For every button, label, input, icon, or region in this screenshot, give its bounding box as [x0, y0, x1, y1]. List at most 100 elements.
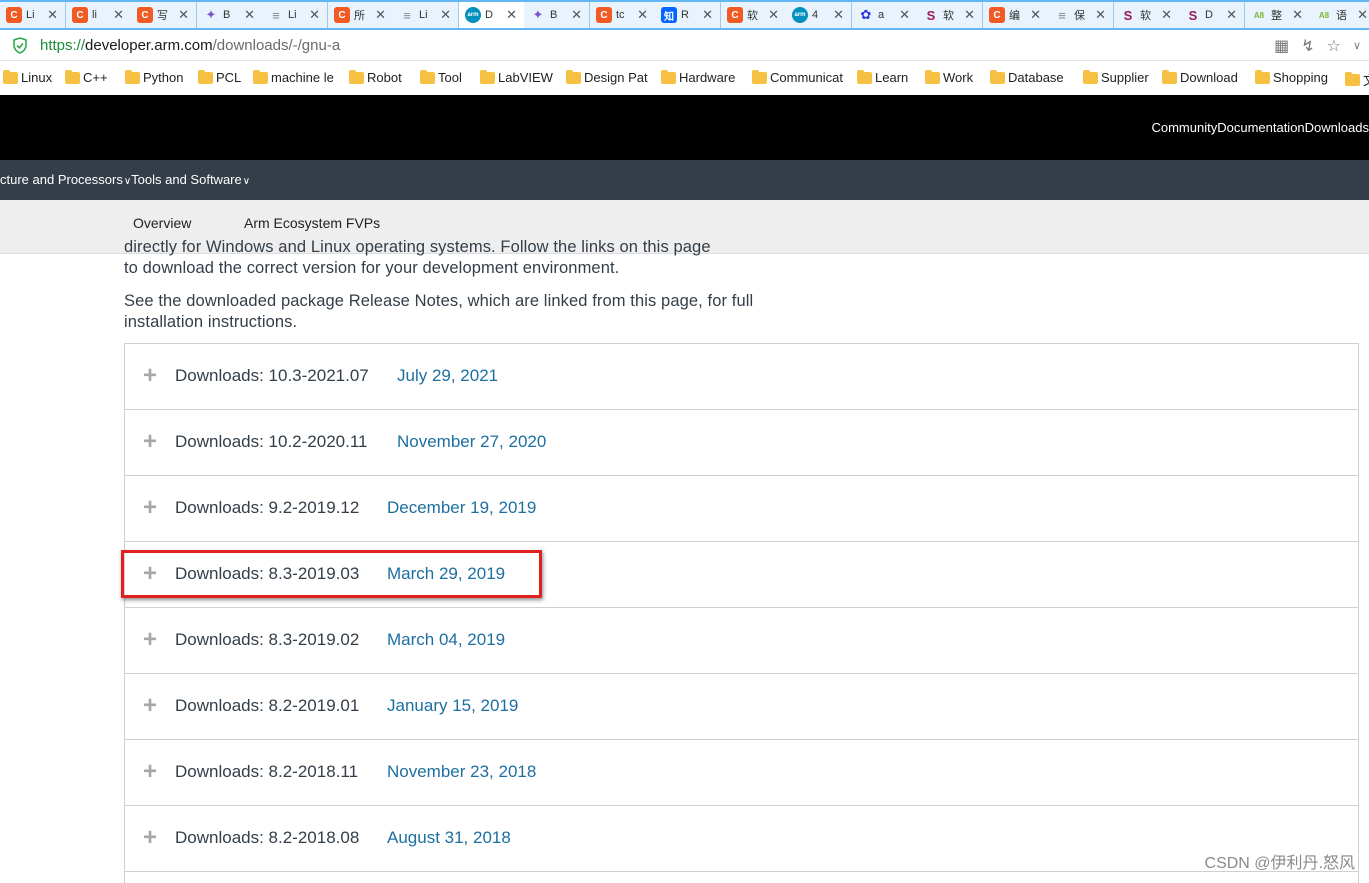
browser-tab[interactable]: C 写 ✕ — [131, 2, 197, 28]
bookmark-item[interactable]: Tool — [420, 69, 462, 85]
subnav-overview[interactable]: Overview — [133, 215, 191, 231]
download-release-date[interactable]: August 31, 2018 — [387, 828, 511, 848]
browser-tab[interactable]: ≡ Li ✕ — [262, 2, 328, 28]
browser-tab[interactable]: S 软 ✕ — [1114, 2, 1180, 28]
browser-tab[interactable]: Cli ✕ — [66, 2, 132, 28]
downloads-accordion: + Downloads: 10.3-2021.07 July 29, 2021 + Do… — [124, 343, 1359, 883]
bookmark-item[interactable]: machine le — [253, 69, 334, 85]
download-version-label: Downloads: 8.2-2018.11 — [175, 762, 359, 781]
browser-tab-title: D — [1205, 9, 1213, 21]
close-icon[interactable]: ✕ — [506, 7, 517, 23]
plus-expand-icon[interactable]: + — [143, 364, 157, 388]
close-icon[interactable]: ✕ — [1095, 7, 1106, 23]
download-row[interactable]: + Downloads: 8.2-2018.08 August 31, 2018 — [125, 806, 1358, 872]
download-row[interactable]: + Downloads: 10.2-2020.11 November 27, 202… — [125, 410, 1358, 476]
browser-tab[interactable]: C 所 ✕ — [328, 2, 394, 28]
plus-expand-icon[interactable]: + — [143, 430, 157, 454]
browser-tab[interactable]: C 编 ✕ — [983, 2, 1049, 28]
bookmark-item[interactable]: PCL — [198, 69, 241, 85]
browser-tab[interactable]: arm D ✕ — [459, 2, 525, 28]
close-icon[interactable]: ✕ — [178, 7, 189, 23]
browser-tab[interactable]: ≡ 保 ✕ — [1048, 2, 1114, 28]
close-icon[interactable]: ✕ — [440, 7, 451, 23]
browser-tab[interactable]: arm 4 ✕ — [786, 2, 852, 28]
download-release-date[interactable]: January 15, 2019 — [387, 696, 518, 716]
download-row[interactable]: + Downloads: 8.2-2019.01 January 15, 2019 — [125, 674, 1358, 740]
close-icon[interactable]: ✕ — [702, 7, 713, 23]
close-icon[interactable]: ✕ — [47, 7, 58, 23]
browser-tab[interactable]: C Li ✕ — [0, 2, 66, 28]
download-row[interactable]: + Downloads: 9.2-2019.12 December 19, 2019 — [125, 476, 1358, 542]
nav-community[interactable]: Community — [1151, 120, 1217, 135]
download-row[interactable]: + Downloads: 8.3-2019.02 March 04, 2019 — [125, 608, 1358, 674]
bookmark-item[interactable]: Design Pat — [566, 69, 648, 85]
star-bookmark-icon[interactable]: ☆ — [1327, 36, 1341, 56]
browser-tab[interactable]: C 软 ✕ — [721, 2, 787, 28]
download-release-date[interactable]: December 19, 2019 — [387, 498, 536, 518]
lightning-icon[interactable]: ↯ — [1301, 36, 1314, 56]
download-release-date[interactable]: March 04, 2019 — [387, 630, 505, 650]
browser-tab[interactable]: ✦ B ✕ — [197, 2, 263, 28]
close-icon[interactable]: ✕ — [1226, 7, 1237, 23]
bookmark-item[interactable]: Download — [1162, 69, 1238, 85]
browser-tab[interactable]: S 软 ✕ — [917, 2, 983, 28]
close-icon[interactable]: ✕ — [1292, 7, 1303, 23]
bookmark-item[interactable]: Robot — [349, 69, 402, 85]
subnav-arm-ecosystem-fvps[interactable]: Arm Ecosystem FVPs — [244, 215, 380, 231]
nav-architecture-and-processors[interactable]: cture and Processors∨ — [0, 172, 131, 187]
bookmark-item[interactable]: 文 — [1345, 70, 1369, 89]
browser-tab-title: 软 — [1140, 10, 1151, 22]
browser-tab[interactable]: Ctc ✕ — [590, 2, 656, 28]
nav-tools-and-software[interactable]: Tools and Software∨ — [131, 172, 250, 187]
bookmark-item[interactable]: Communicat — [752, 69, 843, 85]
nav-documentation[interactable]: Documentation — [1217, 120, 1304, 135]
download-release-date[interactable]: November 23, 2018 — [387, 762, 536, 782]
bookmark-item[interactable]: LabVIEW — [480, 69, 553, 85]
qr-code-icon[interactable]: ▦ — [1274, 36, 1289, 56]
close-icon[interactable]: ✕ — [899, 7, 910, 23]
close-icon[interactable]: ✕ — [1357, 7, 1368, 23]
bookmark-item[interactable]: Shopping — [1255, 69, 1328, 85]
bookmark-item[interactable]: Supplier — [1083, 69, 1149, 85]
close-icon[interactable]: ✕ — [1030, 7, 1041, 23]
browser-tab[interactable]: ✦ B ✕ — [524, 2, 590, 28]
intro-line-2: to download the correct version for your… — [124, 259, 620, 277]
browser-tab[interactable]: ≡ Li ✕ — [393, 2, 459, 28]
download-row[interactable]: + Downloads: 10.3-2021.07 July 29, 2021 — [125, 344, 1358, 410]
browser-tab[interactable]: A8 整 ✕ — [1245, 2, 1311, 28]
plus-expand-icon[interactable]: + — [143, 496, 157, 520]
plus-expand-icon[interactable]: + — [143, 628, 157, 652]
bookmark-item[interactable]: Python — [125, 69, 183, 85]
close-icon[interactable]: ✕ — [637, 7, 648, 23]
plus-expand-icon[interactable]: + — [143, 760, 157, 784]
bookmark-item[interactable]: Learn — [857, 69, 908, 85]
close-icon[interactable]: ✕ — [571, 7, 582, 23]
bookmark-item[interactable]: Work — [925, 69, 973, 85]
browser-tab[interactable]: 知 R ✕ — [655, 2, 721, 28]
close-icon[interactable]: ✕ — [768, 7, 779, 23]
browser-tab[interactable]: ✿ a ✕ — [852, 2, 918, 28]
folder-icon — [420, 69, 435, 84]
browser-tab[interactable]: S D ✕ — [1179, 2, 1245, 28]
close-icon[interactable]: ✕ — [833, 7, 844, 23]
url-field[interactable]: https://developer.arm.com/downloads/-/gn… — [40, 37, 340, 54]
bookmark-item[interactable]: Linux — [3, 69, 52, 85]
close-icon[interactable]: ✕ — [309, 7, 320, 23]
close-icon[interactable]: ✕ — [113, 7, 124, 23]
plus-expand-icon[interactable]: + — [143, 694, 157, 718]
nav-downloads[interactable]: Downloads — [1305, 120, 1369, 135]
close-icon[interactable]: ✕ — [244, 7, 255, 23]
close-icon[interactable]: ✕ — [964, 7, 975, 23]
download-release-date[interactable]: July 29, 2021 — [397, 366, 498, 386]
plus-expand-icon[interactable]: + — [143, 826, 157, 850]
bookmark-item[interactable]: Database — [990, 69, 1064, 85]
bookmark-item[interactable]: C++ — [65, 69, 108, 85]
browser-tab[interactable]: A8 语 ✕ — [1310, 2, 1369, 28]
browser-tab-title: 软 — [943, 10, 954, 22]
close-icon[interactable]: ✕ — [375, 7, 386, 23]
close-icon[interactable]: ✕ — [1161, 7, 1172, 23]
download-row[interactable]: + Downloads: 8.2-2018.11 November 23, 2018 — [125, 740, 1358, 806]
chevron-down-icon[interactable]: ∨ — [1353, 39, 1361, 56]
download-release-date[interactable]: November 27, 2020 — [397, 432, 546, 452]
bookmark-item[interactable]: Hardware — [661, 69, 735, 85]
